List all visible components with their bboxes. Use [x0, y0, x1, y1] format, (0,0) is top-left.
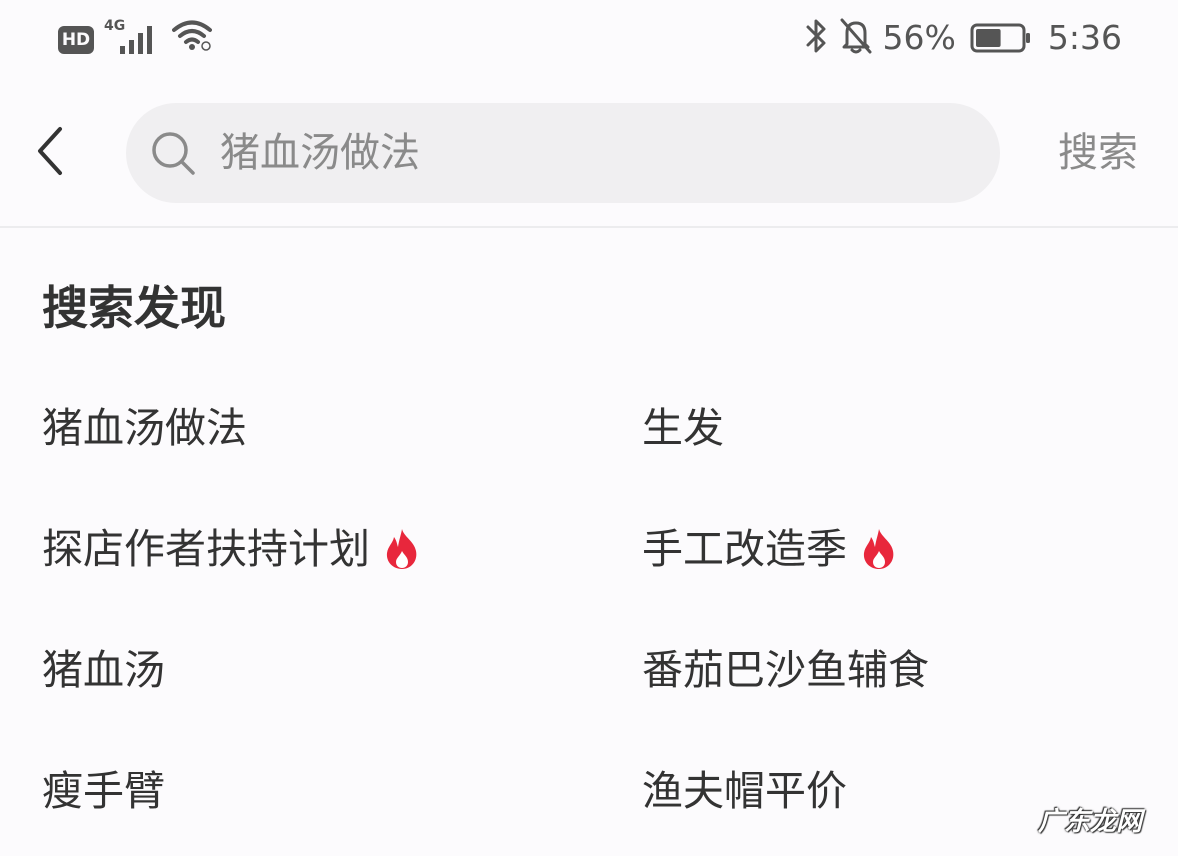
suggestion-item[interactable]: 探店作者扶持计划	[42, 521, 420, 577]
back-arrow-icon	[35, 126, 65, 180]
suggestion-label: 探店作者扶持计划	[42, 525, 370, 573]
fire-icon	[384, 527, 420, 571]
suggestion-item[interactable]: 猪血汤	[42, 642, 165, 698]
suggestion-label: 渔夫帽平价	[642, 767, 847, 815]
suggestion-item[interactable]: 生发	[642, 400, 724, 456]
suggestion-label: 手工改造季	[642, 525, 847, 573]
header-divider	[0, 226, 1178, 228]
hd-badge: HD	[58, 26, 94, 54]
clock: 5:36	[1047, 18, 1122, 57]
suggestion-item[interactable]: 渔夫帽平价	[642, 763, 847, 819]
bluetooth-icon	[803, 17, 829, 59]
bell-off-icon	[839, 17, 873, 59]
search-input[interactable]	[220, 123, 1000, 183]
search-icon	[150, 130, 196, 176]
suggestion-item[interactable]: 猪血汤做法	[42, 400, 247, 456]
suggestion-label: 猪血汤	[42, 646, 165, 694]
suggestion-item[interactable]: 番茄巴沙鱼辅食	[642, 642, 929, 698]
battery-percent: 56%	[882, 18, 956, 57]
suggestion-label: 瘦手臂	[42, 767, 165, 815]
fire-icon	[861, 527, 897, 571]
search-button[interactable]: 搜索	[1058, 125, 1138, 181]
suggestion-label: 番茄巴沙鱼辅食	[642, 646, 929, 694]
back-button[interactable]	[20, 118, 80, 188]
suggestion-label: 生发	[642, 404, 724, 452]
suggestion-label: 猪血汤做法	[42, 404, 247, 452]
suggestion-item[interactable]: 瘦手臂	[42, 763, 165, 819]
cell-signal-icon: 4G	[104, 18, 162, 58]
watermark: 广东龙网	[1037, 807, 1142, 837]
status-bar-right: 56% 5:36	[803, 18, 1122, 58]
section-title: 搜索发现	[42, 281, 226, 335]
status-bar-left: HD 4G	[58, 18, 212, 58]
search-box[interactable]	[126, 103, 1000, 203]
wifi-icon	[172, 19, 212, 55]
status-bar: HD 4G 56% 5:36	[0, 0, 1178, 80]
battery-icon	[970, 23, 1032, 53]
suggestion-item[interactable]: 手工改造季	[642, 521, 897, 577]
